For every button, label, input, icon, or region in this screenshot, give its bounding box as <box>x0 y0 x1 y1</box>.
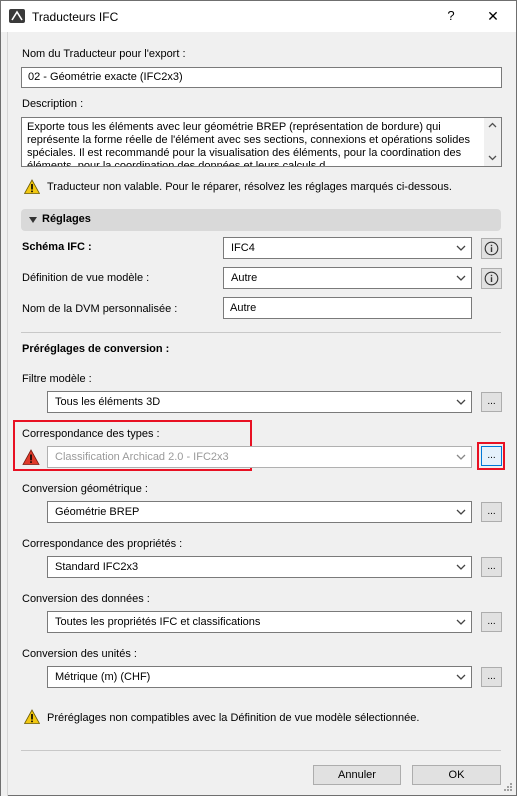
error-warning-icon <box>22 449 40 465</box>
chevron-down-icon <box>456 564 466 570</box>
mvd-select[interactable]: Autre <box>223 267 472 289</box>
resize-grip-icon[interactable] <box>503 782 513 792</box>
units-more-button[interactable]: ... <box>481 667 502 687</box>
chevron-down-icon <box>456 509 466 515</box>
ifc-schema-value: IFC4 <box>231 242 255 254</box>
property-mapping-label: Correspondance des propriétés : <box>22 538 183 550</box>
scroll-down-icon[interactable] <box>488 155 497 161</box>
window-title: Traducteurs IFC <box>32 10 119 24</box>
property-mapping-select[interactable]: Standard IFC2x3 <box>47 556 472 578</box>
ifc-schema-label: Schéma IFC : <box>22 241 92 253</box>
description-textarea[interactable]: Exporte tous les éléments avec leur géom… <box>21 117 502 167</box>
custom-mvd-input[interactable]: Autre <box>223 297 472 319</box>
geometry-conversion-value: Géométrie BREP <box>55 506 140 518</box>
warning-icon <box>24 179 40 194</box>
model-filter-label: Filtre modèle : <box>22 373 92 385</box>
data-conversion-value: Toutes les propriétés IFC et classificat… <box>55 616 261 628</box>
model-filter-more-button[interactable]: ... <box>481 392 502 412</box>
chevron-down-icon <box>456 275 466 281</box>
scroll-up-icon[interactable] <box>488 122 497 128</box>
description-scrollbar[interactable] <box>484 118 501 166</box>
type-mapping-label: Correspondance des types : <box>22 428 160 440</box>
chevron-down-icon <box>456 454 466 460</box>
geometry-more-button[interactable]: ... <box>481 502 502 522</box>
info-icon <box>484 241 499 256</box>
divider <box>21 750 501 751</box>
incompatible-presets-warning: Préréglages non compatibles avec la Défi… <box>47 712 420 724</box>
chevron-down-icon <box>456 399 466 405</box>
ok-button[interactable]: OK <box>412 765 501 785</box>
translator-name-input[interactable]: 02 - Géométrie exacte (IFC2x3) <box>21 67 502 88</box>
description-label: Description : <box>22 98 84 110</box>
info-icon <box>484 271 499 286</box>
mvd-info-button[interactable] <box>481 268 502 289</box>
app-icon <box>9 9 25 23</box>
warning-icon <box>24 709 40 724</box>
mvd-label: Définition de vue modèle : <box>22 272 150 284</box>
model-filter-value: Tous les éléments 3D <box>55 396 161 408</box>
data-conversion-label: Conversion des données : <box>22 593 150 605</box>
chevron-down-icon <box>456 245 466 251</box>
unit-conversion-select[interactable]: Métrique (m) (CHF) <box>47 666 472 688</box>
description-text: Exporte tous les éléments avec leur géom… <box>27 121 470 167</box>
type-mapping-value: Classification Archicad 2.0 - IFC2x3 <box>55 451 229 463</box>
chevron-down-icon <box>456 619 466 625</box>
left-edge-strip <box>1 32 8 796</box>
data-more-button[interactable]: ... <box>481 612 502 632</box>
chevron-down-icon <box>456 674 466 680</box>
schema-info-button[interactable] <box>481 238 502 259</box>
dialog-window: Traducteurs IFC ? ✕ Nom du Traducteur po… <box>0 0 517 796</box>
title-bar: Traducteurs IFC ? ✕ <box>1 1 516 32</box>
help-button[interactable]: ? <box>441 6 461 26</box>
unit-conversion-label: Conversion des unités : <box>22 648 137 660</box>
translator-name-label: Nom du Traducteur pour l'export : <box>22 48 186 60</box>
geometry-conversion-label: Conversion géométrique : <box>22 483 148 495</box>
divider <box>21 332 501 333</box>
custom-mvd-label: Nom de la DVM personnalisée : <box>22 303 178 315</box>
unit-conversion-value: Métrique (m) (CHF) <box>55 671 151 683</box>
invalid-translator-warning: Traducteur non valable. Pour le réparer,… <box>47 181 452 193</box>
data-conversion-select[interactable]: Toutes les propriétés IFC et classificat… <box>47 611 472 633</box>
type-mapping-more-button[interactable]: ... <box>481 446 502 466</box>
type-mapping-select[interactable]: Classification Archicad 2.0 - IFC2x3 <box>47 446 472 468</box>
property-more-button[interactable]: ... <box>481 557 502 577</box>
property-mapping-value: Standard IFC2x3 <box>55 561 139 573</box>
close-button[interactable]: ✕ <box>483 6 503 26</box>
ifc-schema-select[interactable]: IFC4 <box>223 237 472 259</box>
settings-section-header[interactable]: Réglages <box>21 209 501 231</box>
settings-header-label: Réglages <box>42 213 91 225</box>
mvd-value: Autre <box>231 272 258 284</box>
conversion-presets-label: Préréglages de conversion : <box>22 343 170 355</box>
collapse-triangle-icon[interactable] <box>29 217 37 223</box>
cancel-button[interactable]: Annuler <box>313 765 401 785</box>
geometry-conversion-select[interactable]: Géométrie BREP <box>47 501 472 523</box>
model-filter-select[interactable]: Tous les éléments 3D <box>47 391 472 413</box>
